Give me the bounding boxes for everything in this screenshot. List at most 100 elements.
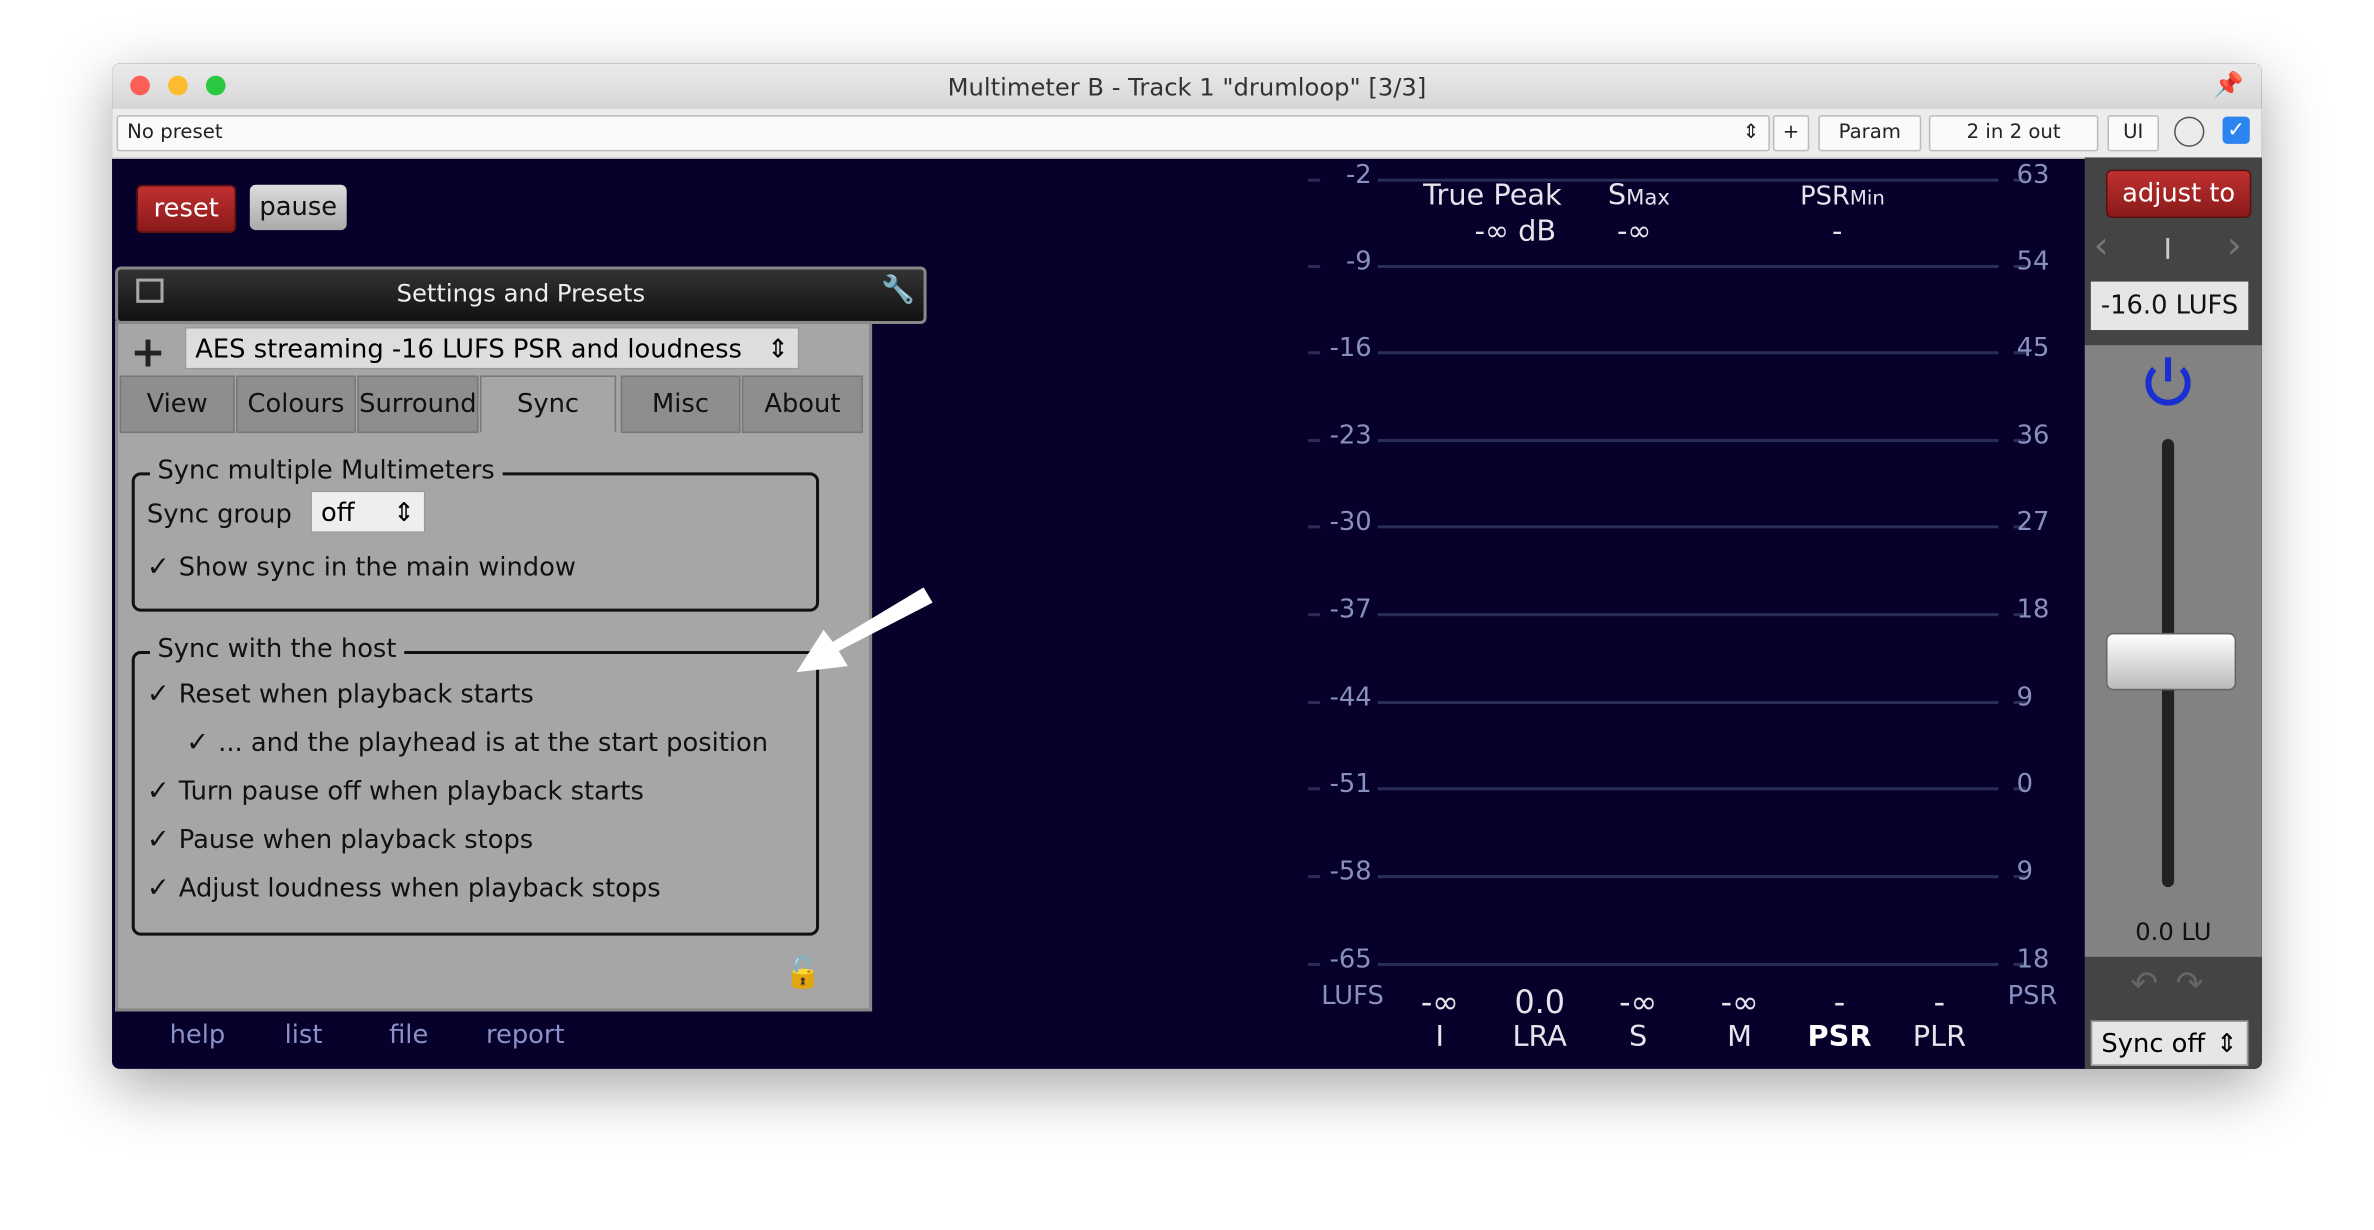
io-button[interactable]: 2 in 2 out bbox=[1928, 115, 2099, 152]
right-scale-label: 0 bbox=[2016, 769, 2034, 800]
right-scale-label: 18 bbox=[2016, 595, 2050, 626]
tab-surround[interactable]: Surround bbox=[357, 375, 479, 434]
link-report[interactable]: report bbox=[486, 1020, 565, 1050]
add-button[interactable]: + bbox=[1772, 115, 1810, 152]
add-preset-button[interactable]: + bbox=[130, 327, 166, 377]
preset-value: No preset bbox=[127, 121, 223, 144]
sync-multiple-group: Sync multiple Multimeters Sync group off… bbox=[131, 455, 820, 612]
left-scale-label: -58 bbox=[1329, 856, 1372, 888]
tab-sync[interactable]: Sync bbox=[479, 375, 617, 434]
left-scale-label: -44 bbox=[1329, 682, 1372, 714]
sync-group-value: off bbox=[320, 498, 355, 529]
host-sync-checkbox[interactable]: ✓ Reset when playback starts bbox=[147, 678, 534, 710]
readout-value: -∞ bbox=[1619, 984, 1658, 1021]
left-scale-label: -16 bbox=[1329, 333, 1372, 364]
sync-host-group: Sync with the host ✓ Reset when playback … bbox=[131, 634, 820, 936]
mix-knob[interactable] bbox=[2174, 116, 2205, 147]
chevron-left-icon[interactable]: ‹ bbox=[2094, 224, 2109, 266]
right-scale-label: 36 bbox=[2016, 420, 2050, 452]
updown-icon: ⇕ bbox=[1742, 121, 1760, 144]
adjust-to-button[interactable]: adjust to bbox=[2105, 169, 2252, 219]
checkbox-label: ... and the playhead is at the start pos… bbox=[218, 728, 769, 759]
mode-value: I bbox=[2163, 233, 2172, 267]
preset-select[interactable]: No preset ⇕ bbox=[116, 115, 1770, 152]
group-title: Sync multiple Multimeters bbox=[149, 455, 503, 486]
link-list[interactable]: list bbox=[285, 1020, 323, 1050]
checkbox-label: Show sync in the main window bbox=[178, 552, 576, 583]
readout-value: 0.0 bbox=[1514, 984, 1566, 1021]
readout-value: - bbox=[1933, 984, 1946, 1021]
true-peak-value: -∞ dB bbox=[1474, 214, 1557, 249]
readout-label: LRA bbox=[1512, 1020, 1567, 1054]
grid-line bbox=[1377, 351, 1999, 355]
grid-line bbox=[1377, 875, 1999, 879]
param-button[interactable]: Param bbox=[1818, 115, 1922, 152]
host-sync-checkbox[interactable]: ✓ ... and the playhead is at the start po… bbox=[186, 727, 768, 759]
left-scale-label: -37 bbox=[1329, 595, 1372, 626]
left-scale-label: -51 bbox=[1329, 769, 1372, 800]
unlock-icon[interactable]: 🔓 bbox=[784, 954, 822, 990]
show-sync-checkbox[interactable]: ✓ Show sync in the main window bbox=[147, 551, 576, 583]
fader-handle[interactable] bbox=[2105, 632, 2237, 691]
right-scale-label: 9 bbox=[2016, 682, 2034, 714]
smax-label: SMax bbox=[1607, 178, 1670, 212]
wrench-icon[interactable]: 🔧 bbox=[881, 274, 915, 306]
check-icon: ✓ bbox=[186, 726, 210, 759]
link-file[interactable]: file bbox=[389, 1020, 428, 1050]
right-scale-label: 9 bbox=[2016, 856, 2034, 888]
left-scale-label: -65 bbox=[1329, 944, 1372, 976]
bypass-checkbox[interactable]: ✓ bbox=[2222, 116, 2250, 144]
checkbox-label: Pause when playback stops bbox=[178, 825, 534, 856]
host-sync-checkbox[interactable]: ✓ Turn pause off when playback starts bbox=[147, 775, 644, 807]
check-icon: ✓ bbox=[146, 678, 170, 711]
sync-group-select[interactable]: off ⇕ bbox=[310, 490, 426, 533]
tab-colours[interactable]: Colours bbox=[236, 375, 356, 434]
right-scale-label: 18 bbox=[2016, 944, 2050, 976]
readout-value: - bbox=[1833, 984, 1846, 1021]
check-icon: ✓ bbox=[146, 551, 170, 583]
left-unit: LUFS bbox=[1321, 981, 1384, 1012]
undo-icon[interactable]: ↶ bbox=[2130, 966, 2158, 1004]
host-sync-checkbox[interactable]: ✓ Pause when playback stops bbox=[147, 824, 533, 856]
settings-preset-value: AES streaming -16 LUFS PSR and loudness bbox=[195, 334, 742, 365]
readout-label: PSR bbox=[1807, 1020, 1872, 1054]
tab-misc[interactable]: Misc bbox=[620, 375, 741, 434]
gain-value: 0.0 LU bbox=[2135, 917, 2212, 947]
grid-line bbox=[1377, 264, 1999, 268]
grid-line bbox=[1377, 439, 1999, 443]
grid-line bbox=[1377, 525, 1999, 529]
true-peak-label: True Peak bbox=[1423, 178, 1562, 212]
updown-icon: ⇕ bbox=[767, 334, 789, 365]
reset-button[interactable]: reset bbox=[136, 184, 237, 234]
settings-header: Settings and Presets 🔧 bbox=[115, 266, 927, 324]
redo-icon[interactable]: ↷ bbox=[2176, 966, 2204, 1004]
left-scale-label: -2 bbox=[1346, 160, 1372, 191]
right-scale-label: 27 bbox=[2016, 507, 2050, 538]
pause-button[interactable]: pause bbox=[249, 184, 347, 231]
right-unit: PSR bbox=[2007, 981, 2058, 1012]
pin-icon[interactable]: 📌 bbox=[2213, 70, 2243, 99]
readout-label: PLR bbox=[1912, 1020, 1967, 1054]
grid-line bbox=[1377, 613, 1999, 617]
grid-line bbox=[1377, 787, 1999, 791]
window-title: Multimeter B - Track 1 "drumloop" [3/3] bbox=[947, 72, 1427, 102]
plugin-window: Multimeter B - Track 1 "drumloop" [3/3] … bbox=[112, 63, 2262, 1069]
readout-value: -∞ bbox=[1720, 984, 1759, 1021]
annotation-arrow bbox=[796, 587, 933, 673]
checkbox-label: Adjust loudness when playback stops bbox=[178, 873, 661, 904]
host-toolbar: No preset ⇕ + Param 2 in 2 out UI ✓ bbox=[112, 109, 2262, 159]
chevron-right-icon[interactable]: › bbox=[2227, 224, 2242, 266]
host-sync-checkbox[interactable]: ✓ Adjust loudness when playback stops bbox=[147, 872, 661, 904]
right-scale-label: 63 bbox=[2016, 160, 2050, 191]
group-title: Sync with the host bbox=[149, 634, 405, 665]
sync-select[interactable]: Sync off ⇕ bbox=[2090, 1020, 2249, 1066]
right-scale-label: 45 bbox=[2016, 333, 2050, 364]
tab-view[interactable]: View bbox=[119, 375, 235, 434]
title-bar: Multimeter B - Track 1 "drumloop" [3/3] … bbox=[112, 63, 2262, 111]
tab-about[interactable]: About bbox=[741, 375, 863, 434]
target-loudness-field[interactable]: -16.0 LUFS bbox=[2090, 281, 2249, 331]
link-help[interactable]: help bbox=[170, 1020, 226, 1050]
ui-button[interactable]: UI bbox=[2107, 115, 2159, 152]
settings-preset-select[interactable]: AES streaming -16 LUFS PSR and loudness ⇕ bbox=[184, 327, 800, 370]
updown-icon: ⇕ bbox=[393, 498, 415, 529]
